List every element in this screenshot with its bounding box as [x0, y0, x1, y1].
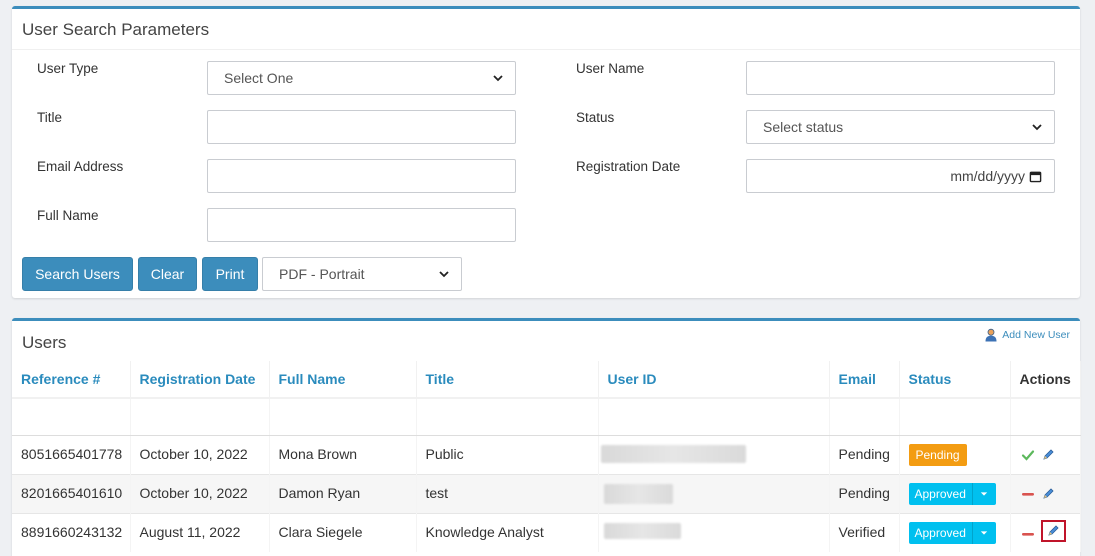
reference-cell: 8891660243132 — [12, 512, 131, 552]
chevron-down-icon — [1032, 124, 1042, 131]
status-badge: Approved — [914, 486, 966, 501]
title-cell: test — [416, 473, 599, 513]
registration-date-label: Registration Date — [576, 159, 681, 174]
status-cell: Approved — [899, 512, 1011, 552]
user-id-cell — [598, 473, 830, 513]
check-icon[interactable] — [1021, 448, 1035, 462]
column-header-actions: Actions — [1010, 361, 1081, 399]
filter-cell[interactable] — [829, 398, 900, 436]
add-new-user-link[interactable]: Add New User — [984, 328, 1070, 342]
search-panel-title: User Search Parameters — [22, 20, 210, 39]
table-row: 8891660243132 August 11, 2022 Clara Sieg… — [12, 512, 1081, 552]
clear-button[interactable]: Clear — [138, 257, 197, 291]
full-name-input[interactable] — [207, 208, 516, 242]
user-type-select-value: Select One — [224, 70, 294, 86]
print-format-value: PDF - Portrait — [279, 266, 365, 282]
users-panel: Users Add New User Reference # Registrat… — [12, 318, 1081, 556]
full-name-cell: Mona Brown — [269, 434, 417, 474]
table-row: 8051665401778 October 10, 2022 Mona Brow… — [12, 434, 1081, 474]
email-status-cell: Pending — [829, 434, 900, 474]
pencil-icon[interactable] — [1041, 448, 1055, 462]
column-header-registration-date[interactable]: Registration Date — [130, 361, 270, 399]
registration-date-cell: October 10, 2022 — [130, 434, 270, 474]
email-status-cell: Pending — [829, 473, 900, 513]
actions-cell — [1010, 434, 1081, 474]
users-table: Reference # Registration Date Full Name … — [12, 361, 1081, 552]
add-new-user-label: Add New User — [1002, 329, 1070, 341]
column-header-reference[interactable]: Reference # — [12, 361, 131, 399]
email-status-cell: Verified — [829, 512, 900, 552]
chevron-down-icon — [493, 75, 503, 82]
pencil-icon[interactable] — [1041, 487, 1055, 501]
email-input[interactable] — [207, 159, 516, 193]
status-dropdown[interactable]: Approved — [908, 482, 996, 505]
search-panel: User Search Parameters User Type Title E… — [12, 6, 1080, 298]
chevron-down-icon — [439, 271, 449, 278]
reference-cell: 8051665401778 — [12, 434, 131, 474]
caret-down-icon[interactable] — [971, 521, 996, 544]
user-name-input[interactable] — [746, 61, 1055, 95]
column-header-status[interactable]: Status — [899, 361, 1011, 399]
status-select[interactable]: Select status — [746, 110, 1055, 144]
full-name-cell: Damon Ryan — [269, 473, 417, 513]
full-name-label: Full Name — [37, 208, 99, 223]
filter-cell — [1010, 398, 1081, 436]
status-badge: Approved — [914, 525, 966, 540]
column-header-full-name[interactable]: Full Name — [269, 361, 417, 399]
table-row: 8201665401610 October 10, 2022 Damon Rya… — [12, 473, 1081, 513]
registration-date-cell: August 11, 2022 — [130, 512, 270, 552]
users-panel-title: Users — [22, 333, 67, 352]
redacted-user-id — [600, 444, 746, 463]
title-cell: Knowledge Analyst — [416, 512, 599, 552]
status-dropdown[interactable]: Approved — [908, 521, 996, 544]
filter-cell[interactable] — [130, 398, 270, 436]
filter-cell[interactable] — [12, 398, 131, 436]
minus-icon[interactable] — [1021, 487, 1035, 501]
email-label: Email Address — [37, 159, 124, 174]
minus-icon[interactable] — [1021, 527, 1035, 541]
reference-cell: 8201665401610 — [12, 473, 131, 513]
print-button[interactable]: Print — [202, 257, 258, 291]
status-label: Status — [576, 110, 615, 125]
registration-date-input[interactable]: mm/dd/yyyy — [746, 159, 1055, 193]
column-header-email[interactable]: Email — [829, 361, 900, 399]
filter-cell[interactable] — [598, 398, 830, 436]
user-id-cell — [598, 512, 830, 552]
filter-cell[interactable] — [416, 398, 599, 436]
status-select-value: Select status — [763, 119, 844, 135]
column-header-user-id[interactable]: User ID — [598, 361, 830, 399]
user-type-label: User Type — [37, 61, 99, 76]
user-id-cell — [598, 434, 830, 474]
date-placeholder: mm/dd/yyyy — [950, 168, 1025, 184]
caret-down-icon[interactable] — [971, 482, 996, 505]
full-name-cell: Clara Siegele — [269, 512, 417, 552]
calendar-icon[interactable] — [1029, 170, 1042, 183]
filter-cell[interactable] — [899, 398, 1011, 436]
status-cell: Approved — [899, 473, 1011, 513]
title-cell: Public — [416, 434, 599, 474]
title-input[interactable] — [207, 110, 516, 144]
search-users-button[interactable]: Search Users — [22, 257, 133, 291]
filter-cell[interactable] — [269, 398, 417, 436]
print-format-select[interactable]: PDF - Portrait — [262, 257, 462, 291]
highlighted-edit-button[interactable] — [1040, 519, 1066, 542]
registration-date-cell: October 10, 2022 — [130, 473, 270, 513]
user-icon — [985, 328, 997, 342]
divider — [12, 49, 1080, 50]
redacted-user-id — [603, 522, 681, 539]
user-name-label: User Name — [576, 61, 645, 76]
pencil-icon[interactable] — [1046, 524, 1060, 538]
table-header-row: Reference # Registration Date Full Name … — [12, 361, 1081, 399]
column-filter-row — [12, 398, 1081, 436]
status-badge[interactable]: Pending — [908, 443, 967, 466]
actions-cell — [1010, 512, 1081, 552]
actions-cell — [1010, 473, 1081, 513]
status-cell: Pending — [899, 434, 1011, 474]
title-label: Title — [37, 110, 63, 125]
column-header-title[interactable]: Title — [416, 361, 599, 399]
user-type-select[interactable]: Select One — [207, 61, 516, 95]
redacted-user-id — [603, 483, 673, 504]
